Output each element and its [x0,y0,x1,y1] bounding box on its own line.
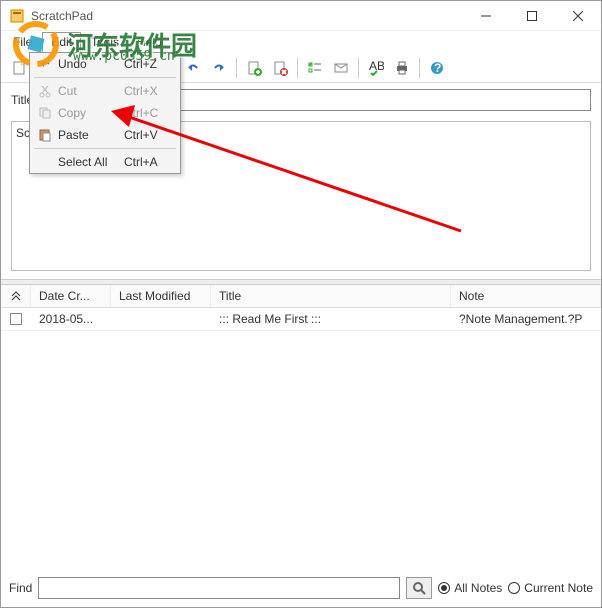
menu-tools[interactable]: Tools [83,33,127,51]
maximize-button[interactable] [509,1,555,31]
radio-label: All Notes [454,581,502,595]
toolbar-separator [236,58,237,78]
menu-shortcut: Ctrl+Z [124,57,174,71]
menu-label: Paste [54,128,124,142]
menu-copy: Copy Ctrl+C [30,102,180,124]
menu-shortcut: Ctrl+C [124,106,174,120]
radio-all-notes[interactable]: All Notes [438,581,502,595]
radio-current-note[interactable]: Current Note [508,581,593,595]
toolbar-separator [419,58,420,78]
menu-help[interactable]: Help [129,33,170,51]
spellcheck-icon[interactable]: ABC [364,56,388,80]
find-button[interactable] [406,577,432,599]
menu-label: Copy [54,106,124,120]
col-title[interactable]: Title [211,285,451,307]
undo-icon[interactable] [181,56,205,80]
note-list: Date Cr... Last Modified Title Note 2018… [1,285,601,515]
minimize-button[interactable] [463,1,509,31]
menu-undo[interactable]: Undo Ctrl+Z [30,53,180,75]
add-note-icon[interactable] [242,56,266,80]
find-input[interactable] [38,577,400,599]
list-header: Date Cr... Last Modified Title Note [1,285,601,308]
col-date-created[interactable]: Date Cr... [31,285,111,307]
radio-icon [438,582,450,594]
col-last-modified[interactable]: Last Modified [111,285,211,307]
col-note[interactable]: Note [451,285,601,307]
paste-icon [36,128,54,142]
menubar: File Edit Tools Help [1,31,601,53]
menu-edit[interactable]: Edit [42,32,81,52]
menu-cut: Cut Ctrl+X [30,80,180,102]
radio-icon [508,582,520,594]
cell-modified [111,308,211,330]
menu-separator [34,148,176,149]
find-bar: Find All Notes Current Note [9,577,593,599]
cell-date: 2018-05... [31,308,111,330]
close-button[interactable] [555,1,601,31]
print-icon[interactable] [390,56,414,80]
cell-note: ?Note Management.?P [451,308,601,330]
menu-label: Undo [54,57,124,71]
new-file-icon[interactable] [7,56,31,80]
menu-shortcut: Ctrl+X [124,84,174,98]
menu-label: Select All [54,155,124,169]
svg-text:?: ? [434,61,441,75]
window-titlebar: ScratchPad [1,1,601,31]
menu-separator [34,77,176,78]
undo-icon [36,57,54,71]
table-row[interactable]: 2018-05... ::: Read Me First ::: ?Note M… [1,308,601,331]
menu-file[interactable]: File [5,33,40,51]
menu-shortcut: Ctrl+V [124,128,174,142]
delete-note-icon[interactable] [268,56,292,80]
copy-icon [36,106,54,120]
help-icon[interactable]: ? [425,56,449,80]
toolbar-separator [358,58,359,78]
find-label: Find [9,581,32,595]
menu-paste[interactable]: Paste Ctrl+V [30,124,180,146]
toolbar-separator [297,58,298,78]
col-collapse[interactable] [1,285,31,307]
menu-label: Cut [54,84,124,98]
window-controls [463,1,601,31]
edit-dropdown: Undo Ctrl+Z Cut Ctrl+X Copy Ctrl+C Paste… [29,52,181,174]
row-checkbox[interactable] [1,308,31,330]
redo-icon[interactable] [207,56,231,80]
cut-icon [36,84,54,98]
menu-shortcut: Ctrl+A [124,155,174,169]
mail-icon[interactable] [329,56,353,80]
menu-select-all[interactable]: Select All Ctrl+A [30,151,180,173]
radio-label: Current Note [524,581,593,595]
checklist-icon[interactable] [303,56,327,80]
window-title: ScratchPad [31,9,463,23]
app-icon [9,8,25,24]
cell-title: ::: Read Me First ::: [211,308,451,330]
